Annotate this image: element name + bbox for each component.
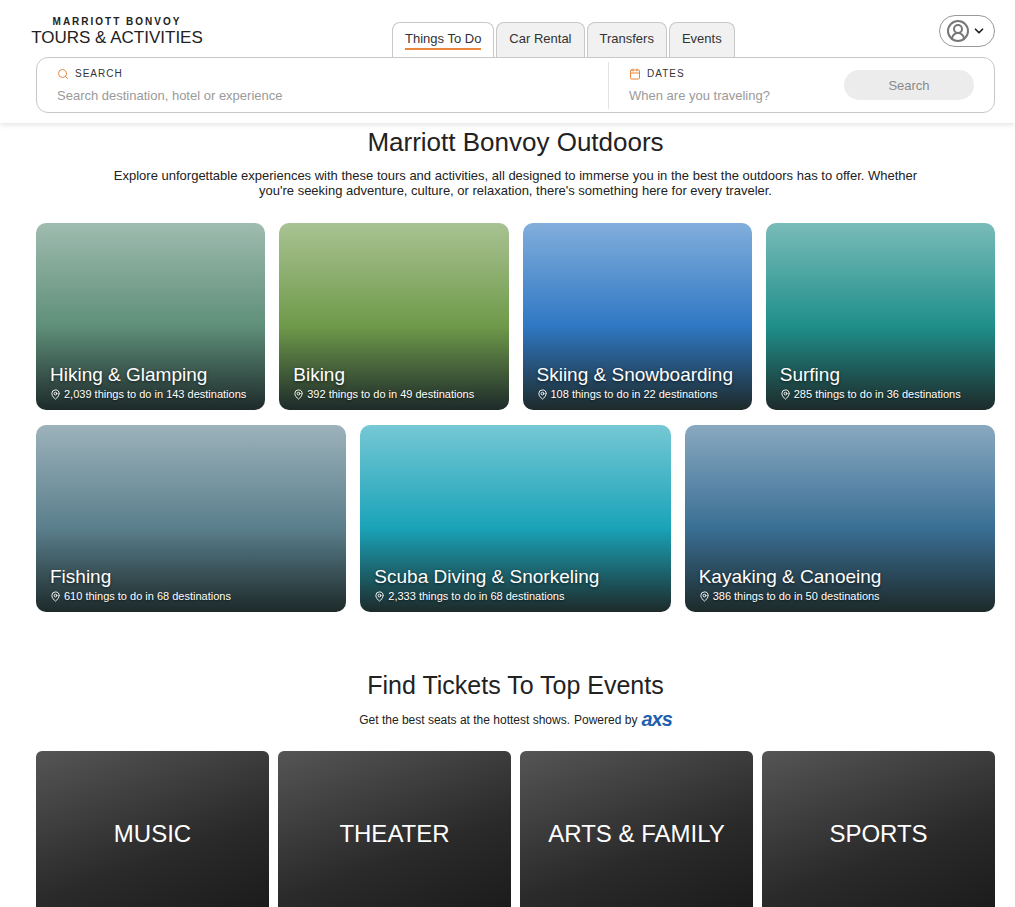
- search-placeholder: Search destination, hotel or experience: [57, 88, 588, 103]
- category-card[interactable]: Surfing 285 things to do in 36 destinatio…: [766, 223, 995, 410]
- event-card[interactable]: SPORTS: [762, 751, 995, 907]
- category-row: Hiking & Glamping 2,039 things to do in 1…: [36, 223, 995, 410]
- events-grid: MUSIC THEATER ARTS & FAMILY SPORTS: [36, 751, 995, 907]
- search-icon: [57, 68, 69, 80]
- event-card[interactable]: MUSIC: [36, 751, 269, 907]
- dates-field[interactable]: DATES When are you traveling?: [608, 62, 844, 109]
- category-title: Biking: [293, 364, 496, 386]
- search-button[interactable]: Search: [844, 70, 974, 100]
- category-count: 285 things to do in 36 destinations: [780, 388, 983, 400]
- events-title: Find Tickets To Top Events: [36, 670, 995, 700]
- category-grid: Hiking & Glamping 2,039 things to do in 1…: [36, 223, 995, 612]
- pin-icon: [374, 591, 385, 602]
- tab[interactable]: Things To Do: [392, 22, 494, 57]
- category-card[interactable]: Hiking & Glamping 2,039 things to do in 1…: [36, 223, 265, 410]
- pin-icon: [780, 389, 791, 400]
- tab[interactable]: Events: [669, 22, 735, 57]
- events-subtitle: Get the best seats at the hottest shows.…: [36, 708, 995, 731]
- account-menu[interactable]: [939, 15, 995, 47]
- pin-icon: [50, 591, 61, 602]
- category-count: 108 things to do in 22 destinations: [537, 388, 740, 400]
- search-label: SEARCH: [57, 68, 588, 80]
- category-title: Kayaking & Canoeing: [699, 566, 983, 588]
- event-label: SPORTS: [829, 820, 927, 848]
- calendar-icon: [629, 68, 641, 80]
- category-card[interactable]: Skiing & Snowboarding 108 things to do in…: [523, 223, 752, 410]
- category-card[interactable]: Scuba Diving & Snorkeling 2,333 things to…: [360, 425, 670, 612]
- pin-icon: [537, 389, 548, 400]
- content: Marriott Bonvoy Outdoors Explore unforget…: [0, 126, 1015, 907]
- category-card[interactable]: Kayaking & Canoeing 386 things to do in 5…: [685, 425, 995, 612]
- category-title: Fishing: [50, 566, 334, 588]
- search-bar: SEARCH Search destination, hotel or exper…: [36, 57, 995, 113]
- category-row: Fishing 610 things to do in 68 destinatio…: [36, 425, 995, 612]
- dates-placeholder: When are you traveling?: [629, 88, 824, 103]
- chevron-down-icon: [972, 24, 986, 38]
- category-card[interactable]: Fishing 610 things to do in 68 destinatio…: [36, 425, 346, 612]
- event-card[interactable]: ARTS & FAMILY: [520, 751, 753, 907]
- logo-brand: MARRIOTT BONVOY: [53, 16, 182, 28]
- tabs: Things To DoCar RentalTransfersEvents: [392, 22, 735, 57]
- section-description: Explore unforgettable experiences with t…: [111, 168, 921, 198]
- section-title: Marriott Bonvoy Outdoors: [36, 126, 995, 158]
- category-card[interactable]: Biking 392 things to do in 49 destination…: [279, 223, 508, 410]
- logo-product: TOURS & ACTIVITIES: [31, 28, 203, 48]
- event-label: THEATER: [339, 820, 449, 848]
- header: MARRIOTT BONVOYTOURS & ACTIVITIES Things …: [0, 0, 1015, 123]
- dates-label: DATES: [629, 68, 824, 80]
- search-field[interactable]: SEARCH Search destination, hotel or exper…: [37, 62, 608, 109]
- user-icon: [946, 19, 970, 43]
- top-bar: MARRIOTT BONVOYTOURS & ACTIVITIES Things …: [36, 0, 995, 57]
- category-title: Scuba Diving & Snorkeling: [374, 566, 658, 588]
- category-count: 2,333 things to do in 68 destinations: [374, 590, 658, 602]
- event-label: ARTS & FAMILY: [548, 820, 725, 848]
- tab[interactable]: Transfers: [587, 22, 667, 57]
- pin-icon: [699, 591, 710, 602]
- axs-logo: axs: [641, 708, 671, 731]
- event-card[interactable]: THEATER: [278, 751, 511, 907]
- category-title: Hiking & Glamping: [50, 364, 253, 386]
- logo[interactable]: MARRIOTT BONVOYTOURS & ACTIVITIES: [36, 0, 198, 48]
- tab[interactable]: Car Rental: [496, 22, 584, 57]
- category-title: Skiing & Snowboarding: [537, 364, 740, 386]
- pin-icon: [50, 389, 61, 400]
- category-count: 2,039 things to do in 143 destinations: [50, 388, 253, 400]
- event-label: MUSIC: [114, 820, 191, 848]
- category-title: Surfing: [780, 364, 983, 386]
- category-count: 392 things to do in 49 destinations: [293, 388, 496, 400]
- category-count: 386 things to do in 50 destinations: [699, 590, 983, 602]
- pin-icon: [293, 389, 304, 400]
- category-count: 610 things to do in 68 destinations: [50, 590, 334, 602]
